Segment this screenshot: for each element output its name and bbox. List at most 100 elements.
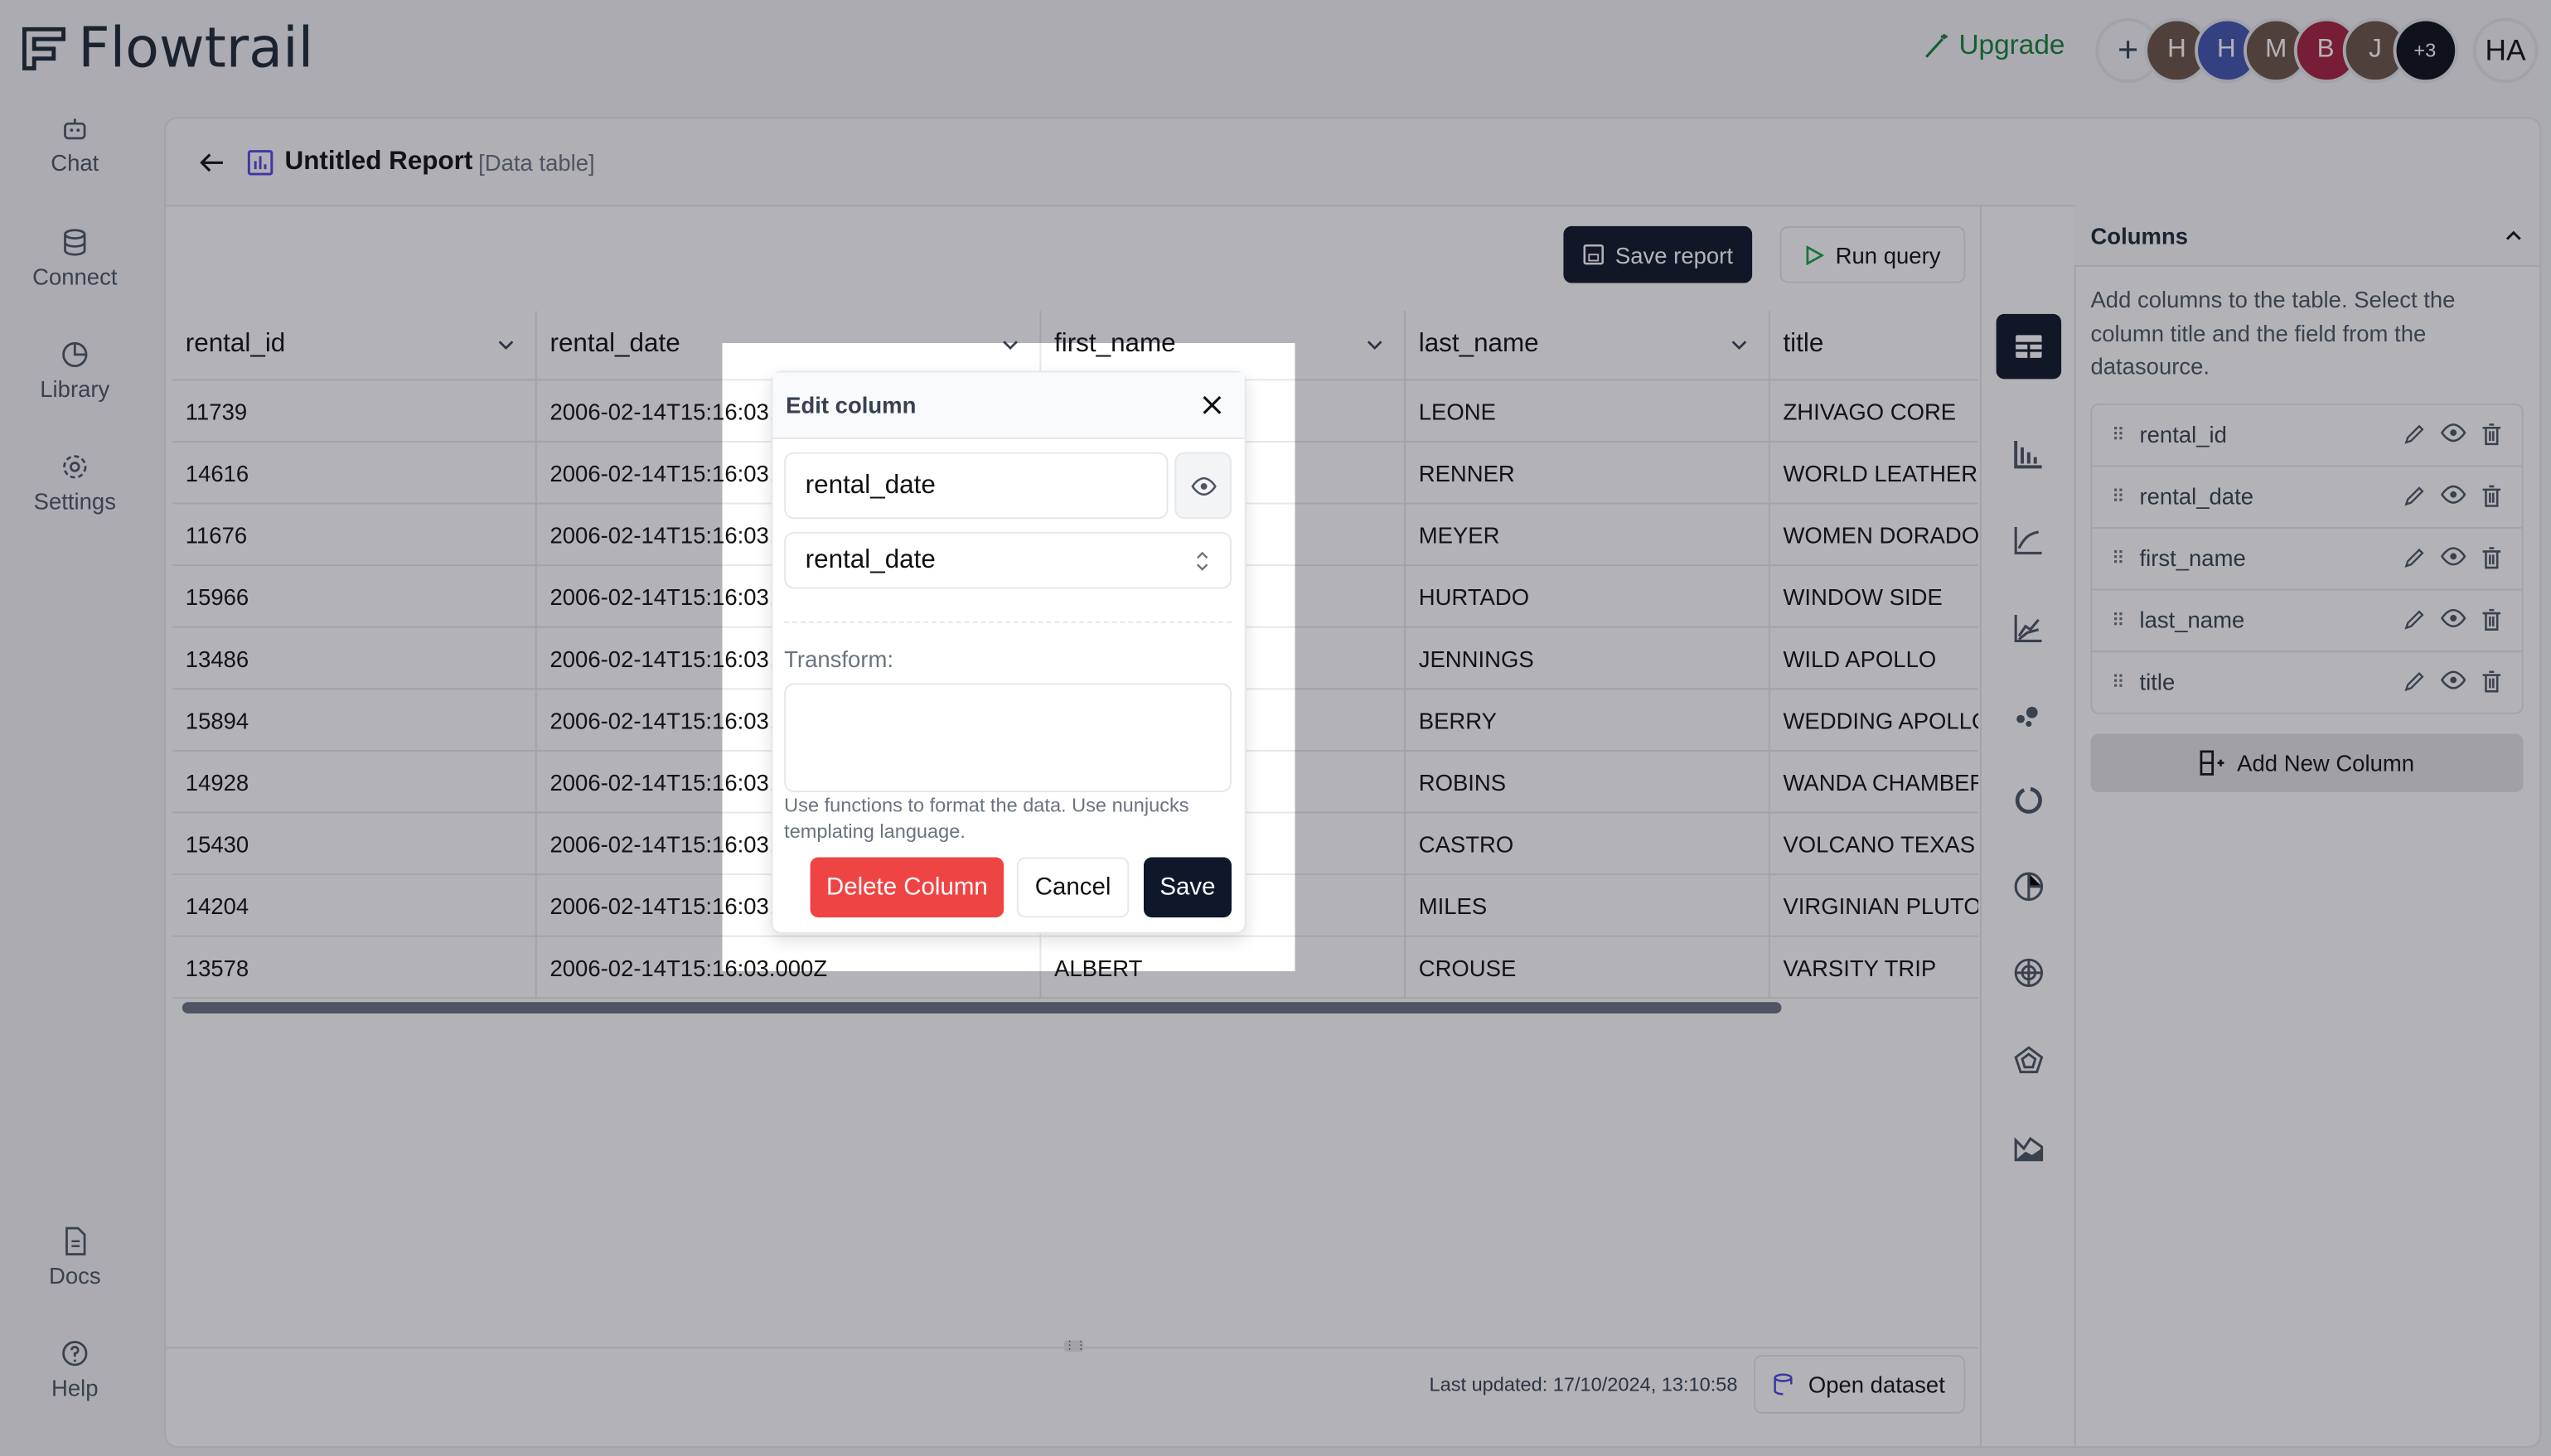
report-title[interactable]: Untitled Report <box>285 148 473 177</box>
table-cell: 11676 <box>172 503 537 567</box>
polar-chart-icon <box>2014 1045 2044 1073</box>
chevron-down-icon[interactable] <box>496 335 516 355</box>
sidebar-item-library[interactable]: Library <box>0 340 150 402</box>
column-header-rental_id[interactable]: rental_id <box>172 310 537 381</box>
visibility-toggle[interactable] <box>1174 452 1232 520</box>
flowtrail-logo-icon <box>22 27 66 70</box>
column-header-last_name[interactable]: last_name <box>1405 310 1770 381</box>
column-item-label: first_name <box>2139 544 2246 572</box>
sidebar-item-chat[interactable]: Chat <box>0 114 150 176</box>
columns-title: Columns <box>2090 221 2189 249</box>
pencil-icon[interactable] <box>2403 423 2425 445</box>
logo[interactable]: Flowtrail <box>20 17 313 81</box>
save-button[interactable]: Save <box>1143 857 1232 918</box>
cancel-button[interactable]: Cancel <box>1016 857 1130 918</box>
trash-icon[interactable] <box>2481 547 2503 569</box>
sidebar-item-connect[interactable]: Connect <box>0 228 150 290</box>
column-header-title[interactable]: title <box>1769 310 1979 381</box>
horizontal-scrollbar[interactable] <box>182 1002 1782 1013</box>
transform-textarea[interactable] <box>784 683 1232 792</box>
chart-type-polar-button[interactable] <box>1997 1028 2062 1093</box>
table-cell: VIRGINIAN PLUTO <box>1769 874 1979 937</box>
report-header: Untitled Report [Data table] <box>166 119 2540 207</box>
chart-type-radar-button[interactable] <box>1997 941 2062 1006</box>
trash-icon[interactable] <box>2481 423 2503 446</box>
chart-type-multi-line-button[interactable] <box>1997 595 2062 660</box>
table-cell: 14928 <box>172 750 537 814</box>
drag-handle-icon[interactable]: ⠿ <box>2112 609 2125 631</box>
sidebar-item-settings[interactable]: Settings <box>0 452 150 514</box>
trash-icon[interactable] <box>2481 670 2503 693</box>
save-report-label: Save report <box>1614 241 1733 268</box>
sidebar-item-help[interactable]: Help <box>0 1339 150 1400</box>
table-cell: JENNINGS <box>1405 626 1770 690</box>
member-avatar[interactable]: +3 <box>2392 17 2458 84</box>
eye-icon[interactable] <box>2440 423 2466 443</box>
pencil-icon[interactable] <box>2403 608 2425 631</box>
chevron-down-icon[interactable] <box>1000 335 1020 355</box>
open-dataset-label: Open dataset <box>1808 1371 1945 1398</box>
chevron-up-icon[interactable] <box>2504 225 2524 245</box>
chart-type-line-button[interactable] <box>1997 508 2062 573</box>
table-cell: 15894 <box>172 689 537 752</box>
chart-type-scatter-button[interactable] <box>1997 681 2062 747</box>
column-header-first_name[interactable]: first_name <box>1040 310 1406 381</box>
delete-column-button[interactable]: Delete Column <box>810 857 1004 918</box>
close-icon[interactable] <box>1203 395 1222 415</box>
table-cell: WANDA CHAMBER <box>1769 750 1979 814</box>
trash-icon[interactable] <box>2481 485 2503 507</box>
chart-type-area-button[interactable] <box>1997 1114 2062 1179</box>
drag-handle-icon[interactable]: ⠿ <box>2112 548 2125 569</box>
drag-handle-icon[interactable]: ⠿ <box>2112 486 2125 507</box>
add-new-column-button[interactable]: Add New Column <box>2090 733 2524 791</box>
chart-type-pie-button[interactable] <box>1997 854 2062 920</box>
table-cell: ROBINS <box>1405 750 1770 814</box>
open-dataset-button[interactable]: Open dataset <box>1754 1355 1966 1414</box>
sidebar-item-label: Connect <box>32 264 118 290</box>
table-cell: CASTRO <box>1405 812 1770 876</box>
back-arrow-icon[interactable] <box>198 150 224 176</box>
column-item[interactable]: ⠿ rental_id <box>2092 404 2522 467</box>
column-item[interactable]: ⠿ first_name <box>2092 528 2522 590</box>
pencil-icon[interactable] <box>2403 485 2425 507</box>
field-select[interactable]: rental_date <box>784 531 1232 589</box>
chevron-down-icon[interactable] <box>1730 335 1750 355</box>
column-header-rental_date[interactable]: rental_date <box>535 310 1042 381</box>
upgrade-button[interactable]: Upgrade <box>1923 29 2065 61</box>
eye-icon[interactable] <box>2440 485 2466 505</box>
table-cell: MEYER <box>1405 503 1770 567</box>
eye-icon[interactable] <box>2440 670 2466 690</box>
column-title-input[interactable]: rental_date <box>784 452 1169 520</box>
column-item[interactable]: ⠿ rental_date <box>2092 466 2522 528</box>
save-report-button[interactable]: Save report <box>1563 225 1753 283</box>
add-new-column-label: Add New Column <box>2237 748 2415 776</box>
pencil-icon[interactable] <box>2403 547 2425 569</box>
chevron-down-icon[interactable] <box>1365 335 1385 355</box>
chart-type-bar-button[interactable] <box>1997 422 2062 487</box>
columns-panel-header[interactable]: Columns <box>2074 205 2540 267</box>
sidebar-item-docs[interactable]: Docs <box>0 1226 150 1289</box>
drag-handle-icon[interactable]: ⠿ <box>2112 671 2125 693</box>
drag-handle-icon[interactable]: ⠿ <box>2112 423 2125 445</box>
table-cell: 2006-02-14T15:16:03.000Z <box>535 936 1042 999</box>
column-item[interactable]: ⠿ last_name <box>2092 590 2522 652</box>
table-cell: WILD APOLLO <box>1769 626 1979 690</box>
resize-handle[interactable]: ⋮⋮ <box>1063 1340 1087 1352</box>
pencil-icon[interactable] <box>2403 670 2425 693</box>
user-avatar[interactable]: HA <box>2472 17 2539 84</box>
chart-type-donut-button[interactable] <box>1997 768 2062 834</box>
sidebar-item-label: Chat <box>51 149 99 177</box>
run-query-button[interactable]: Run query <box>1779 225 1966 283</box>
trash-icon[interactable] <box>2481 608 2503 631</box>
transform-label: Transform: <box>784 646 893 672</box>
column-header-label: first_name <box>1054 330 1176 358</box>
eye-icon[interactable] <box>2440 608 2466 628</box>
table-cell: VOLCANO TEXAS <box>1769 812 1979 876</box>
eye-icon[interactable] <box>2440 547 2466 567</box>
app-root: Flowtrail Chat Connect Library Settings Docs… <box>0 0 2551 1456</box>
column-item[interactable]: ⠿ title <box>2092 651 2521 712</box>
chart-type-table-button[interactable] <box>1996 313 2062 380</box>
table-cell: ZHIVAGO CORE <box>1769 380 1979 443</box>
column-header-label: rental_id <box>185 330 286 358</box>
edit-column-modal: Edit column rental_date rental_date Tran… <box>771 370 1246 934</box>
